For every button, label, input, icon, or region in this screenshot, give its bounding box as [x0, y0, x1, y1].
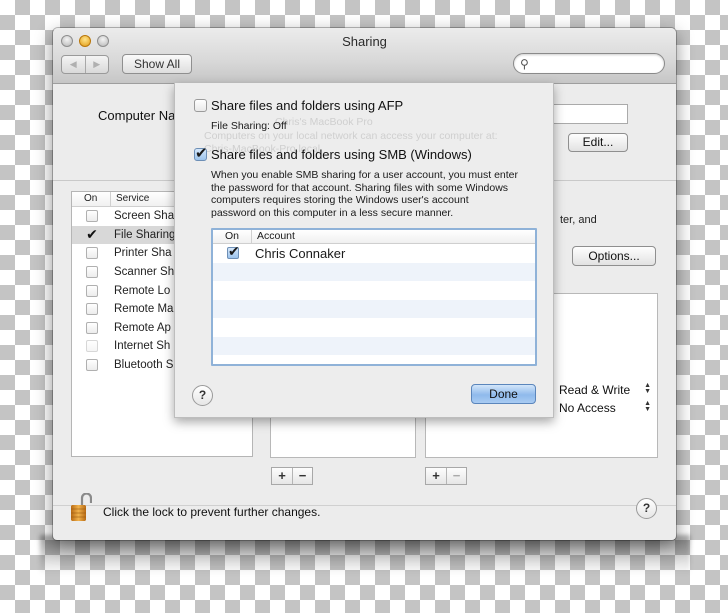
- account-row[interactable]: [213, 336, 535, 355]
- permission-row[interactable]: Read & Write ▲ ▼: [559, 382, 655, 397]
- service-name: Screen Sha: [114, 210, 175, 223]
- search-input[interactable]: ⚲: [513, 53, 665, 74]
- afp-label: Share files and folders using AFP: [211, 98, 404, 113]
- smb-accounts-table: On Account Chris Connaker: [211, 228, 537, 366]
- shared-folders-add-remove: + −: [271, 467, 313, 485]
- remove-folder-button[interactable]: −: [292, 468, 312, 484]
- service-checkbox[interactable]: [86, 359, 98, 372]
- service-name: Remote Lo: [114, 284, 171, 297]
- smb-label: Share files and folders using SMB (Windo…: [211, 147, 472, 162]
- account-checkbox[interactable]: [227, 243, 240, 260]
- permission-row[interactable]: No Access ▲ ▼: [559, 400, 655, 415]
- smb-note-line: computers requires storing the Windows u…: [211, 194, 469, 206]
- done-button[interactable]: Done: [471, 384, 536, 404]
- smb-note-line: password on this computer in a less secu…: [211, 206, 454, 219]
- smb-note-line: When you enable SMB sharing for a user a…: [211, 169, 518, 181]
- header-on[interactable]: On: [213, 230, 251, 243]
- back-forward-control: ◀ ▶: [61, 55, 109, 74]
- service-name: File Sharing: [114, 228, 176, 241]
- afp-checkbox[interactable]: [194, 99, 207, 112]
- service-checkbox[interactable]: [86, 247, 98, 260]
- service-checkbox[interactable]: ✔: [86, 227, 98, 241]
- sheet-help-button[interactable]: ?: [192, 385, 213, 406]
- search-icon: ⚲: [520, 57, 529, 71]
- service-checkbox[interactable]: [86, 266, 98, 279]
- help-button[interactable]: ?: [636, 498, 657, 519]
- service-name: Printer Sha: [114, 247, 172, 260]
- back-arrow-icon[interactable]: ◀: [62, 56, 85, 73]
- sharing-window: Sharing ◀ ▶ Show All ⚲ Computer Name: Ed…: [53, 28, 676, 540]
- edit-button[interactable]: Edit...: [568, 133, 628, 152]
- computer-name-field[interactable]: [543, 104, 628, 124]
- lock-status-text: Click the lock to prevent further change…: [103, 505, 321, 519]
- service-name: Bluetooth S: [114, 359, 174, 372]
- stepper-arrows-icon[interactable]: ▲ ▼: [644, 382, 651, 395]
- accounts-header: On Account: [213, 230, 535, 244]
- smb-note-line: the password for that account. Sharing f…: [211, 181, 509, 194]
- service-name: Remote Ap: [114, 321, 171, 334]
- afp-option[interactable]: Share files and folders using AFP: [194, 98, 403, 113]
- service-checkbox[interactable]: [86, 284, 98, 297]
- account-row[interactable]: [213, 318, 535, 337]
- service-checkbox[interactable]: [86, 210, 98, 223]
- account-row[interactable]: Chris Connaker: [213, 243, 535, 263]
- users-add-remove: + −: [425, 467, 467, 485]
- service-name: Internet Sh: [114, 340, 171, 353]
- add-folder-button[interactable]: +: [272, 468, 292, 484]
- service-name: Scanner Sh: [114, 266, 175, 279]
- window-title: Sharing: [342, 34, 387, 49]
- file-sharing-description: ter, and: [560, 214, 597, 226]
- unlocked-lock-icon[interactable]: [70, 492, 93, 528]
- account-row[interactable]: [213, 281, 535, 300]
- show-all-button[interactable]: Show All: [122, 54, 192, 74]
- permission-value: No Access: [559, 401, 616, 415]
- ghost-computer-name: Chris's MacBook Pro: [275, 116, 373, 128]
- permission-value: Read & Write: [559, 383, 631, 397]
- account-row[interactable]: [213, 299, 535, 318]
- smb-note: When you enable SMB sharing for a user a…: [211, 169, 518, 219]
- service-checkbox[interactable]: [86, 303, 98, 316]
- header-account[interactable]: Account: [251, 230, 535, 243]
- header-on[interactable]: On: [72, 192, 110, 206]
- stepper-arrows-icon[interactable]: ▲ ▼: [644, 400, 651, 413]
- titlebar: Sharing ◀ ▶ Show All ⚲: [53, 28, 676, 84]
- options-button[interactable]: Options...: [572, 246, 656, 266]
- account-name: Chris Connaker: [255, 245, 346, 261]
- afp-status: File Sharing: Off: [211, 120, 287, 132]
- service-name: Remote Ma: [114, 303, 174, 316]
- smb-checkbox[interactable]: [194, 144, 208, 162]
- window-shadow: [40, 535, 690, 575]
- forward-arrow-icon[interactable]: ▶: [84, 56, 109, 73]
- service-checkbox[interactable]: [86, 321, 98, 334]
- remove-user-button[interactable]: −: [446, 468, 466, 484]
- smb-option[interactable]: Share files and folders using SMB (Windo…: [194, 144, 472, 162]
- account-row[interactable]: [213, 262, 535, 281]
- add-user-button[interactable]: +: [426, 468, 446, 484]
- service-checkbox[interactable]: [86, 340, 98, 353]
- file-sharing-options-sheet: Chris's MacBook Pro Computers on your lo…: [174, 83, 554, 418]
